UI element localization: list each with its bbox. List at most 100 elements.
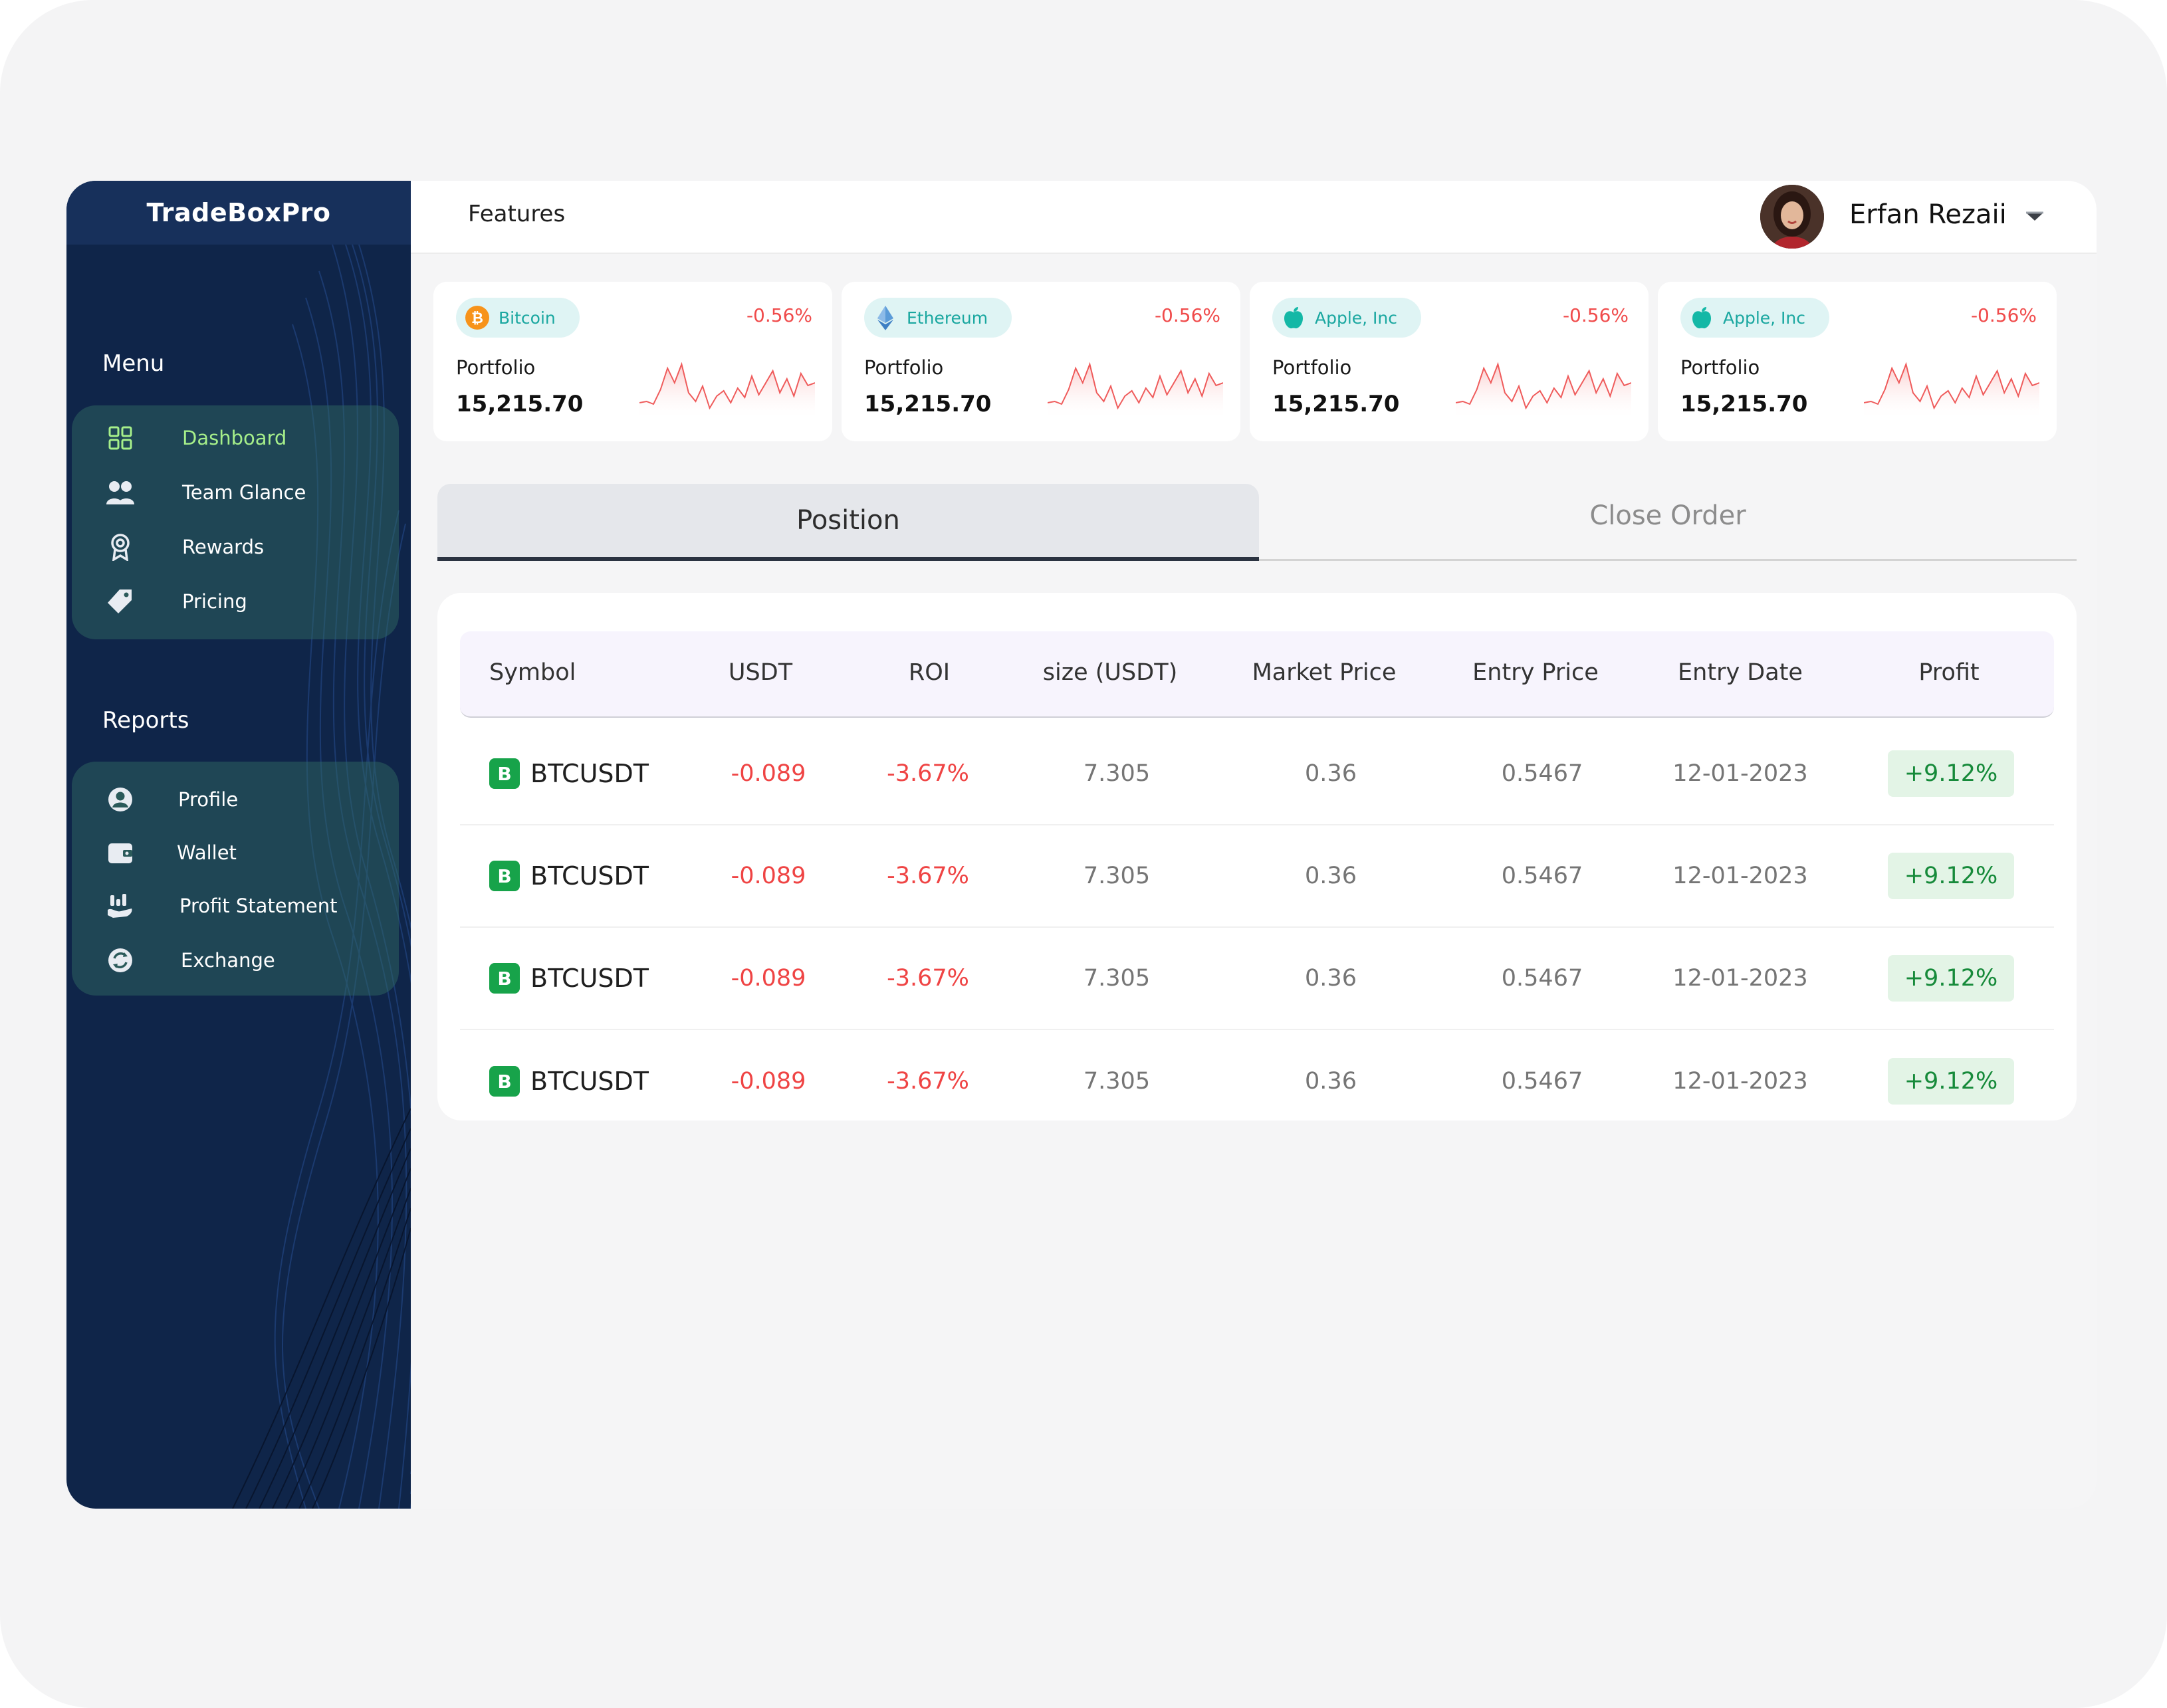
sidebar-item-label: Pricing <box>182 590 247 613</box>
sidebar-item-label: Profit Statement <box>179 895 338 917</box>
exchange-icon <box>105 945 136 976</box>
exchange-badge: B <box>489 963 520 994</box>
sidebar-item-dashboard[interactable]: Dashboard <box>72 415 399 461</box>
asset-pill[interactable]: Ethereum <box>864 298 1012 338</box>
rewards-icon <box>105 532 136 562</box>
market-price-cell: 0.36 <box>1305 760 1357 787</box>
apple-icon <box>1280 304 1307 331</box>
size-cell: 7.305 <box>1083 965 1151 992</box>
sidebar-item-profit-statement[interactable]: Profit Statement <box>72 883 399 929</box>
price-change: -0.56% <box>1970 304 2037 326</box>
chevron-down-icon[interactable] <box>2025 210 2045 225</box>
app-frame: TradeBoxPro Menu Dashboard Team Glance R… <box>0 0 2167 1708</box>
size-cell: 7.305 <box>1083 1068 1151 1095</box>
reports-section-title: Reports <box>102 707 189 734</box>
profit-value: +9.12% <box>1904 760 1998 787</box>
exchange-badge: B <box>489 861 520 891</box>
sidebar-item-pricing[interactable]: Pricing <box>72 578 399 625</box>
market-price-cell: 0.36 <box>1305 1068 1357 1095</box>
profit-badge: +9.12% <box>1888 1058 2014 1105</box>
profit-badge: +9.12% <box>1888 853 2014 899</box>
market-price-cell: 0.36 <box>1305 965 1357 992</box>
sidebar-item-team-glance[interactable]: Team Glance <box>72 469 399 516</box>
entry-price-cell: 0.5467 <box>1501 863 1583 889</box>
tab-close-order[interactable]: Close Order <box>1259 484 2077 561</box>
price-change: -0.56% <box>1562 304 1629 326</box>
team-icon <box>105 477 136 508</box>
column-header-roi: ROI <box>908 659 951 686</box>
usdt-cell: -0.089 <box>731 760 806 787</box>
sidebar-item-label: Exchange <box>181 949 275 972</box>
tab-label: Close Order <box>1589 500 1746 531</box>
tab-label: Position <box>796 505 900 536</box>
asset-pill[interactable]: Apple, Inc <box>1680 298 1830 338</box>
svg-text:₿: ₿ <box>471 310 483 327</box>
portfolio-value: 15,215.70 <box>1680 391 1808 417</box>
sidebar-item-wallet[interactable]: Wallet <box>72 829 399 876</box>
column-header-entry-price: Entry Price <box>1472 659 1599 686</box>
asset-card-apple[interactable]: Apple, Inc -0.56% Portfolio 15,215.70 <box>1250 282 1649 441</box>
exchange-badge: B <box>489 1066 520 1097</box>
entry-date-cell: 12-01-2023 <box>1672 965 1808 992</box>
portfolio-value: 15,215.70 <box>864 391 992 417</box>
usdt-cell: -0.089 <box>731 863 806 889</box>
sparkline-chart <box>1864 362 2039 420</box>
column-header-symbol: Symbol <box>489 659 576 686</box>
sidebar-item-profile[interactable]: Profile <box>72 776 399 823</box>
tag-icon <box>105 586 136 617</box>
size-cell: 7.305 <box>1083 760 1151 787</box>
symbol-cell: B BTCUSDT <box>489 1066 649 1097</box>
sidebar-item-rewards[interactable]: Rewards <box>72 524 399 570</box>
tab-position[interactable]: Position <box>437 484 1259 561</box>
table-header: Symbol USDT ROI size (USDT) Market Price… <box>460 631 2054 718</box>
user-name[interactable]: Erfan Rezaii <box>1849 199 2007 230</box>
profit-value: +9.12% <box>1904 1068 1998 1095</box>
avatar[interactable] <box>1760 185 1824 249</box>
table-row[interactable]: B BTCUSDT -0.089 -3.67% 7.305 0.36 0.546… <box>460 1030 2054 1132</box>
asset-name: Apple, Inc <box>1315 308 1398 328</box>
column-header-entry-date: Entry Date <box>1678 659 1803 686</box>
sidebar-item-exchange[interactable]: Exchange <box>72 937 399 984</box>
sidebar-item-label: Team Glance <box>182 481 306 504</box>
table-row[interactable]: B BTCUSDT -0.089 -3.67% 7.305 0.36 0.546… <box>460 928 2054 1030</box>
sidebar: TradeBoxPro Menu Dashboard Team Glance R… <box>66 181 411 1509</box>
exchange-badge: B <box>489 758 520 789</box>
dashboard-icon <box>105 423 136 453</box>
bitcoin-icon: ₿ <box>464 304 491 331</box>
roi-cell: -3.67% <box>887 863 969 889</box>
menu-nav-group: Dashboard Team Glance Rewards Pricing <box>72 405 399 639</box>
profit-statement-icon <box>105 891 136 921</box>
sidebar-item-label: Rewards <box>182 536 265 558</box>
asset-name: Apple, Inc <box>1723 308 1806 328</box>
asset-pill[interactable]: Apple, Inc <box>1272 298 1422 338</box>
main-panel: Features Erfan Rezaii ₿ Bitcoin -0.56% P… <box>411 181 2097 1509</box>
top-bar: Features Erfan Rezaii <box>411 181 2097 254</box>
wallet-icon <box>105 837 136 868</box>
table-row[interactable]: B BTCUSDT -0.089 -3.67% 7.305 0.36 0.546… <box>460 723 2054 825</box>
table-row[interactable]: B BTCUSDT -0.089 -3.67% 7.305 0.36 0.546… <box>460 825 2054 928</box>
symbol-name: BTCUSDT <box>530 759 649 788</box>
apple-icon <box>1688 304 1715 331</box>
asset-card-ethereum[interactable]: Ethereum -0.56% Portfolio 15,215.70 <box>842 282 1240 441</box>
sidebar-item-label: Dashboard <box>182 427 287 449</box>
asset-pill[interactable]: ₿ Bitcoin <box>456 298 580 338</box>
roi-cell: -3.67% <box>887 1068 969 1095</box>
column-header-market-price: Market Price <box>1252 659 1397 686</box>
brand-logo[interactable]: TradeBoxPro <box>147 198 331 227</box>
menu-section-title: Menu <box>102 350 165 377</box>
symbol-cell: B BTCUSDT <box>489 758 649 789</box>
price-change: -0.56% <box>1154 304 1220 326</box>
sparkline-chart <box>1048 362 1223 420</box>
market-price-cell: 0.36 <box>1305 863 1357 889</box>
page-title: Features <box>468 201 566 227</box>
entry-date-cell: 12-01-2023 <box>1672 863 1808 889</box>
entry-price-cell: 0.5467 <box>1501 965 1583 992</box>
column-header-size: size (USDT) <box>1042 659 1178 686</box>
usdt-cell: -0.089 <box>731 1068 806 1095</box>
profit-badge: +9.12% <box>1888 955 2014 1002</box>
entry-price-cell: 0.5467 <box>1501 1068 1583 1095</box>
positions-table: Symbol USDT ROI size (USDT) Market Price… <box>437 593 2077 1121</box>
asset-card-apple-2[interactable]: Apple, Inc -0.56% Portfolio 15,215.70 <box>1658 282 2057 441</box>
asset-card-bitcoin[interactable]: ₿ Bitcoin -0.56% Portfolio 15,215.70 <box>433 282 832 441</box>
ethereum-icon <box>872 304 899 331</box>
